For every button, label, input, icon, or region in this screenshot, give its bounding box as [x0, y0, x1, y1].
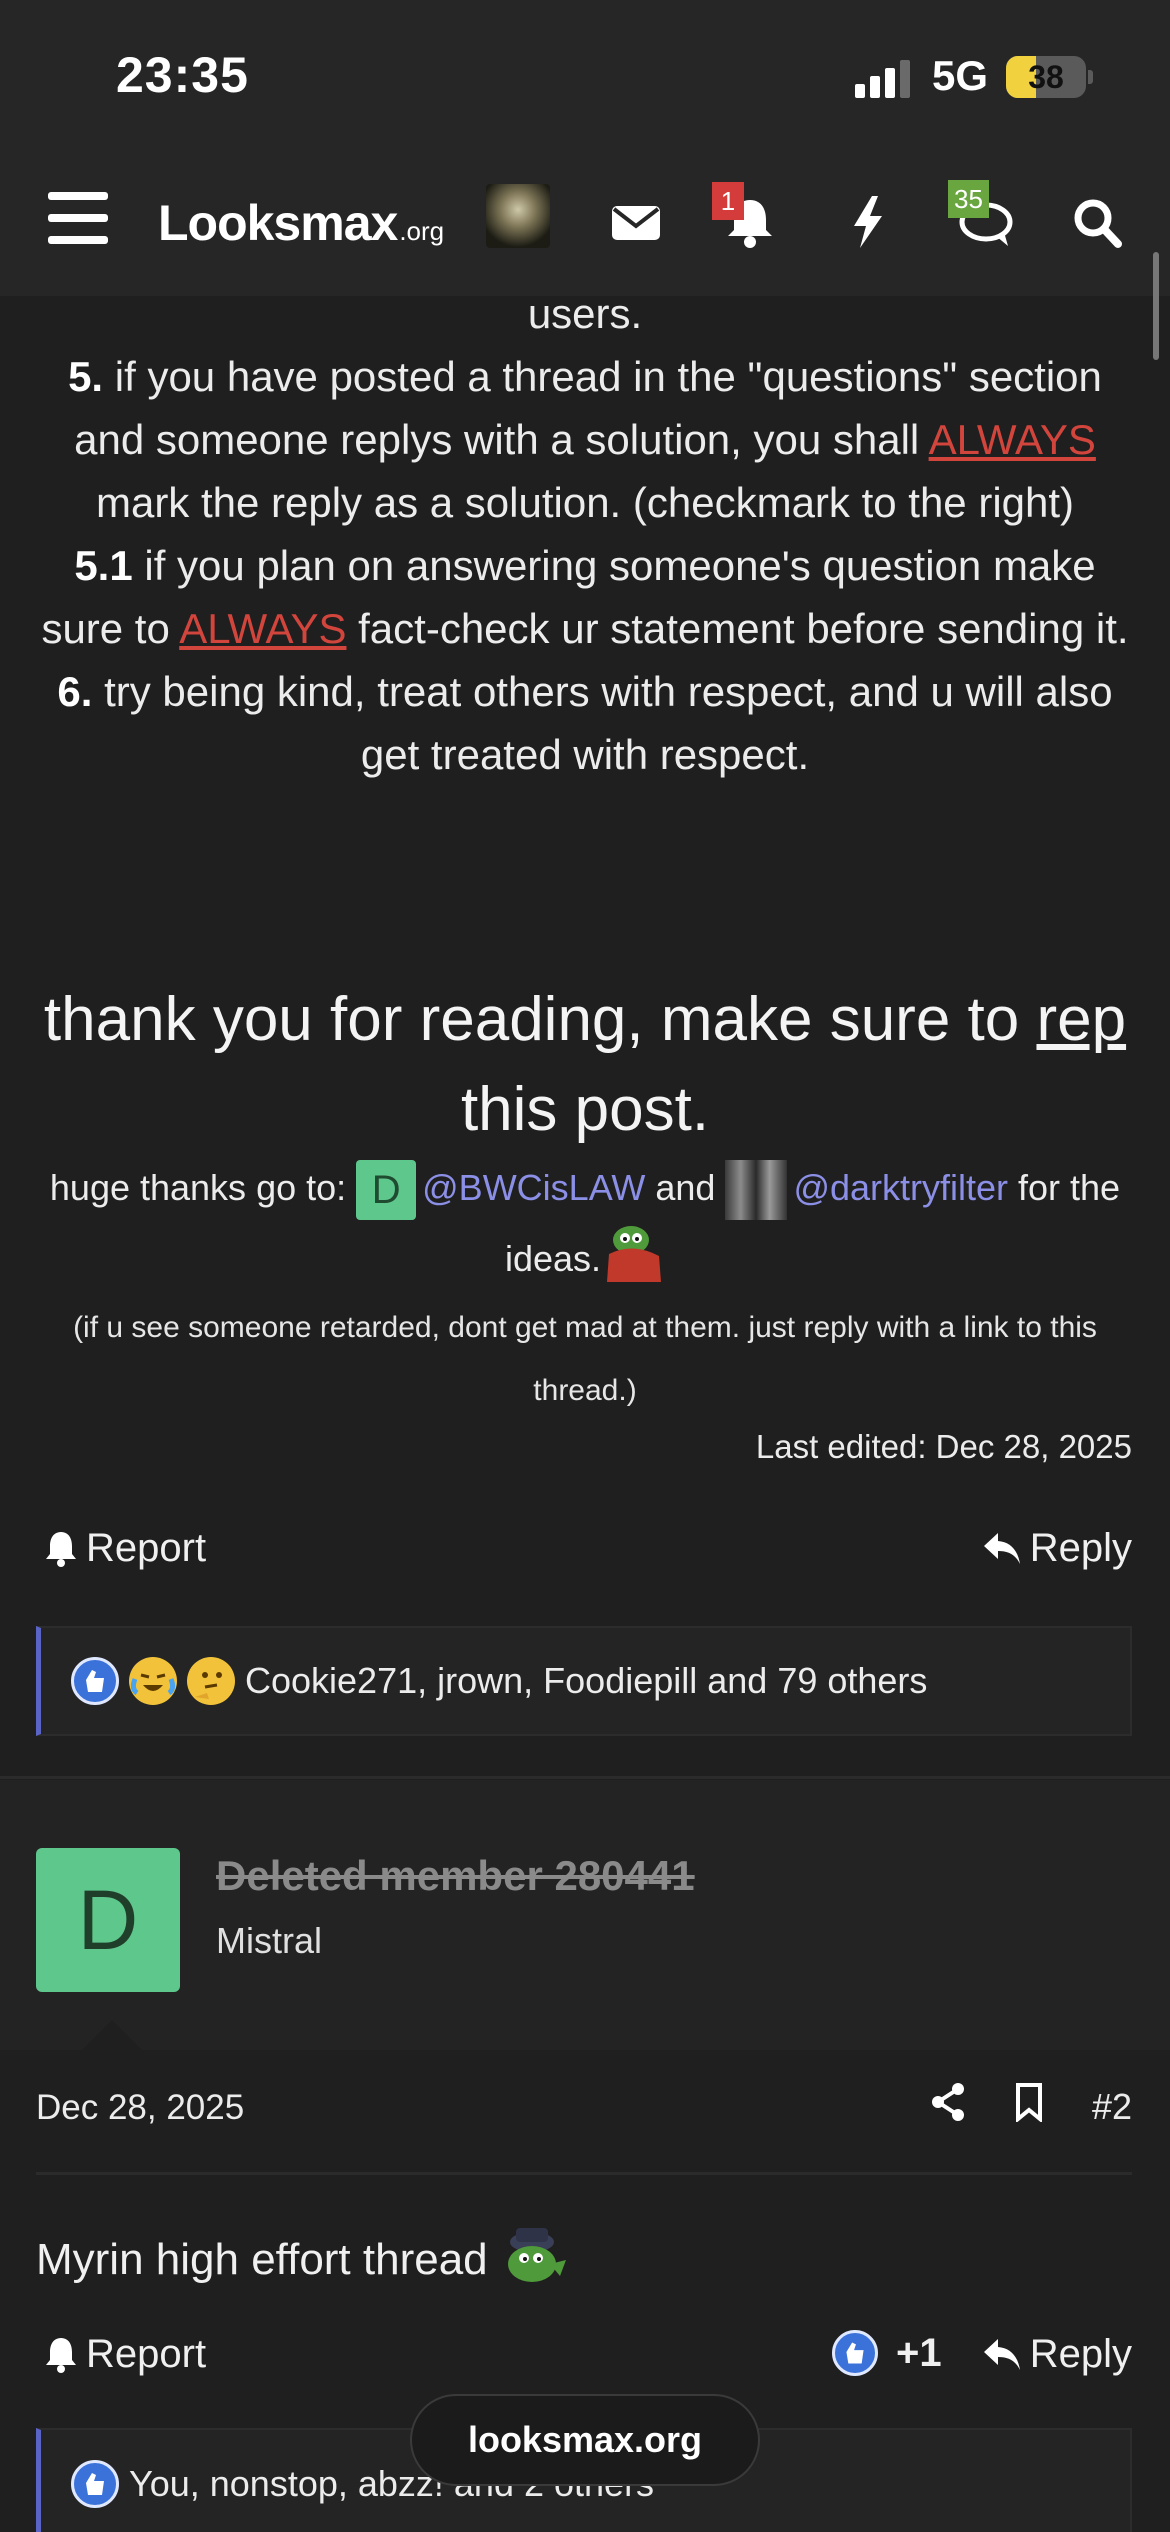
report-label: Report	[86, 2332, 207, 2376]
rep-word: rep	[1036, 985, 1127, 1054]
like-icon	[71, 1657, 119, 1705]
post-note: (if u see someone retarded, dont get mad…	[73, 1311, 1097, 1407]
signal-icon	[855, 58, 915, 98]
reply-label: Reply	[1029, 1526, 1132, 1570]
logo-suffix: .org	[399, 216, 445, 246]
url-bar[interactable]: looksmax.org	[410, 2394, 760, 2486]
thank-you-text-a: thank you for reading, make sure to	[43, 985, 1037, 1054]
reactions-text[interactable]: Cookie271, jrown, Foodiepill and 79 othe…	[245, 1660, 927, 1702]
rule-5-1: 5.1 if you plan on answering someone's q…	[30, 534, 1140, 660]
author-avatar[interactable]: D	[36, 1848, 180, 1992]
author-username: Deleted member 280441	[216, 1852, 695, 1899]
bell-icon	[46, 1531, 76, 1567]
mention-darktryfilter[interactable]: @darktryfilter	[793, 1167, 1008, 1208]
thinking-icon	[187, 1657, 235, 1705]
status-bar: 23:35 5G 38	[0, 0, 1170, 160]
like-button[interactable]: +1	[832, 2330, 942, 2376]
reply-button-2[interactable]: Reply	[982, 2332, 1132, 2377]
reply-button[interactable]: Reply	[982, 1526, 1132, 1571]
bolt-icon[interactable]	[848, 194, 888, 250]
report-label: Report	[86, 1526, 207, 1570]
like-icon	[71, 2460, 119, 2508]
rule-5-1-always: ALWAYS	[179, 605, 347, 652]
conversations-badge: 35	[948, 180, 989, 218]
site-logo[interactable]: Looksmax.org	[158, 194, 444, 252]
site-navbar: Looksmax.org 1 35	[0, 160, 1170, 296]
rule-6: 6. try being kind, treat others with res…	[30, 660, 1140, 786]
like-count: +1	[896, 2330, 942, 2375]
search-icon[interactable]	[1072, 194, 1122, 250]
rule-5-1-text-b: fact-check ur statement before sending i…	[346, 605, 1129, 652]
post-message-text: Myrin high effort thread	[36, 2234, 488, 2284]
rule-5: 5. if you have posted a thread in the "q…	[30, 345, 1140, 534]
thanks-and: and	[645, 1167, 726, 1208]
battery-icon: 38	[1006, 56, 1086, 98]
post-rules-text: users. 5. if you have posted a thread in…	[30, 282, 1140, 786]
thank-you-text-b: this post.	[460, 1075, 710, 1144]
battery-level: 38	[1028, 59, 1064, 95]
reply-icon	[983, 1532, 1020, 1564]
pepe-hat-icon	[498, 2220, 570, 2299]
author-title: Mistral	[216, 1920, 322, 1961]
last-edited: Last edited: Dec 28, 2025	[755, 1428, 1132, 1465]
user-avatar[interactable]	[486, 184, 550, 248]
logo-text: Looksmax	[158, 195, 398, 251]
status-time: 23:35	[116, 47, 249, 103]
post-date[interactable]: Dec 28, 2025	[36, 2088, 244, 2128]
reactions-bar[interactable]: Cookie271, jrown, Foodiepill and 79 othe…	[36, 1626, 1132, 1736]
thank-you-heading: thank you for reading, make sure to rep …	[30, 975, 1140, 1155]
report-button[interactable]: Report	[44, 1526, 206, 1571]
rule-5-text-b: mark the reply as a solution. (checkmark…	[95, 479, 1075, 526]
menu-icon[interactable]	[48, 192, 108, 244]
thanks-line: huge thanks go to: D @BWCisLAW and @darkt…	[30, 1156, 1140, 1303]
post-meta-actions: #2	[930, 2082, 1132, 2131]
laugh-cry-icon	[129, 1657, 177, 1705]
bookmark-icon[interactable]	[1014, 2082, 1044, 2131]
inbox-icon[interactable]	[610, 194, 662, 250]
message-pointer	[80, 2020, 144, 2052]
mention-bwcislaw[interactable]: @BWCisLAW	[422, 1167, 645, 1208]
post-meta-divider	[36, 2172, 1132, 2175]
mention-avatar-d: D	[356, 1160, 417, 1221]
like-icon	[832, 2330, 878, 2376]
pepe-blanket-icon	[601, 1220, 665, 1303]
rule-6-text: try being kind, treat others with respec…	[92, 668, 1113, 778]
share-icon[interactable]	[930, 2082, 966, 2131]
reply-icon	[983, 2338, 1020, 2370]
scrollbar[interactable]	[1153, 252, 1159, 360]
post-message: Myrin high effort thread	[36, 2220, 570, 2299]
bell-icon	[46, 2337, 76, 2373]
rule-5-number: 5.	[68, 353, 104, 400]
reply-label: Reply	[1029, 2332, 1132, 2376]
rule-6-number: 6.	[57, 668, 93, 715]
battery-tip	[1088, 70, 1093, 84]
mention-avatar-photo	[725, 1160, 788, 1221]
post-number[interactable]: #2	[1092, 2086, 1132, 2128]
rule-5-always: ALWAYS	[928, 416, 1096, 463]
post-divider	[0, 1776, 1170, 1779]
rule-5-1-number: 5.1	[74, 542, 133, 589]
thanks-prefix: huge thanks go to:	[49, 1167, 357, 1208]
network-label: 5G	[932, 52, 989, 99]
alerts-badge: 1	[712, 182, 744, 220]
report-button-2[interactable]: Report	[44, 2332, 206, 2377]
